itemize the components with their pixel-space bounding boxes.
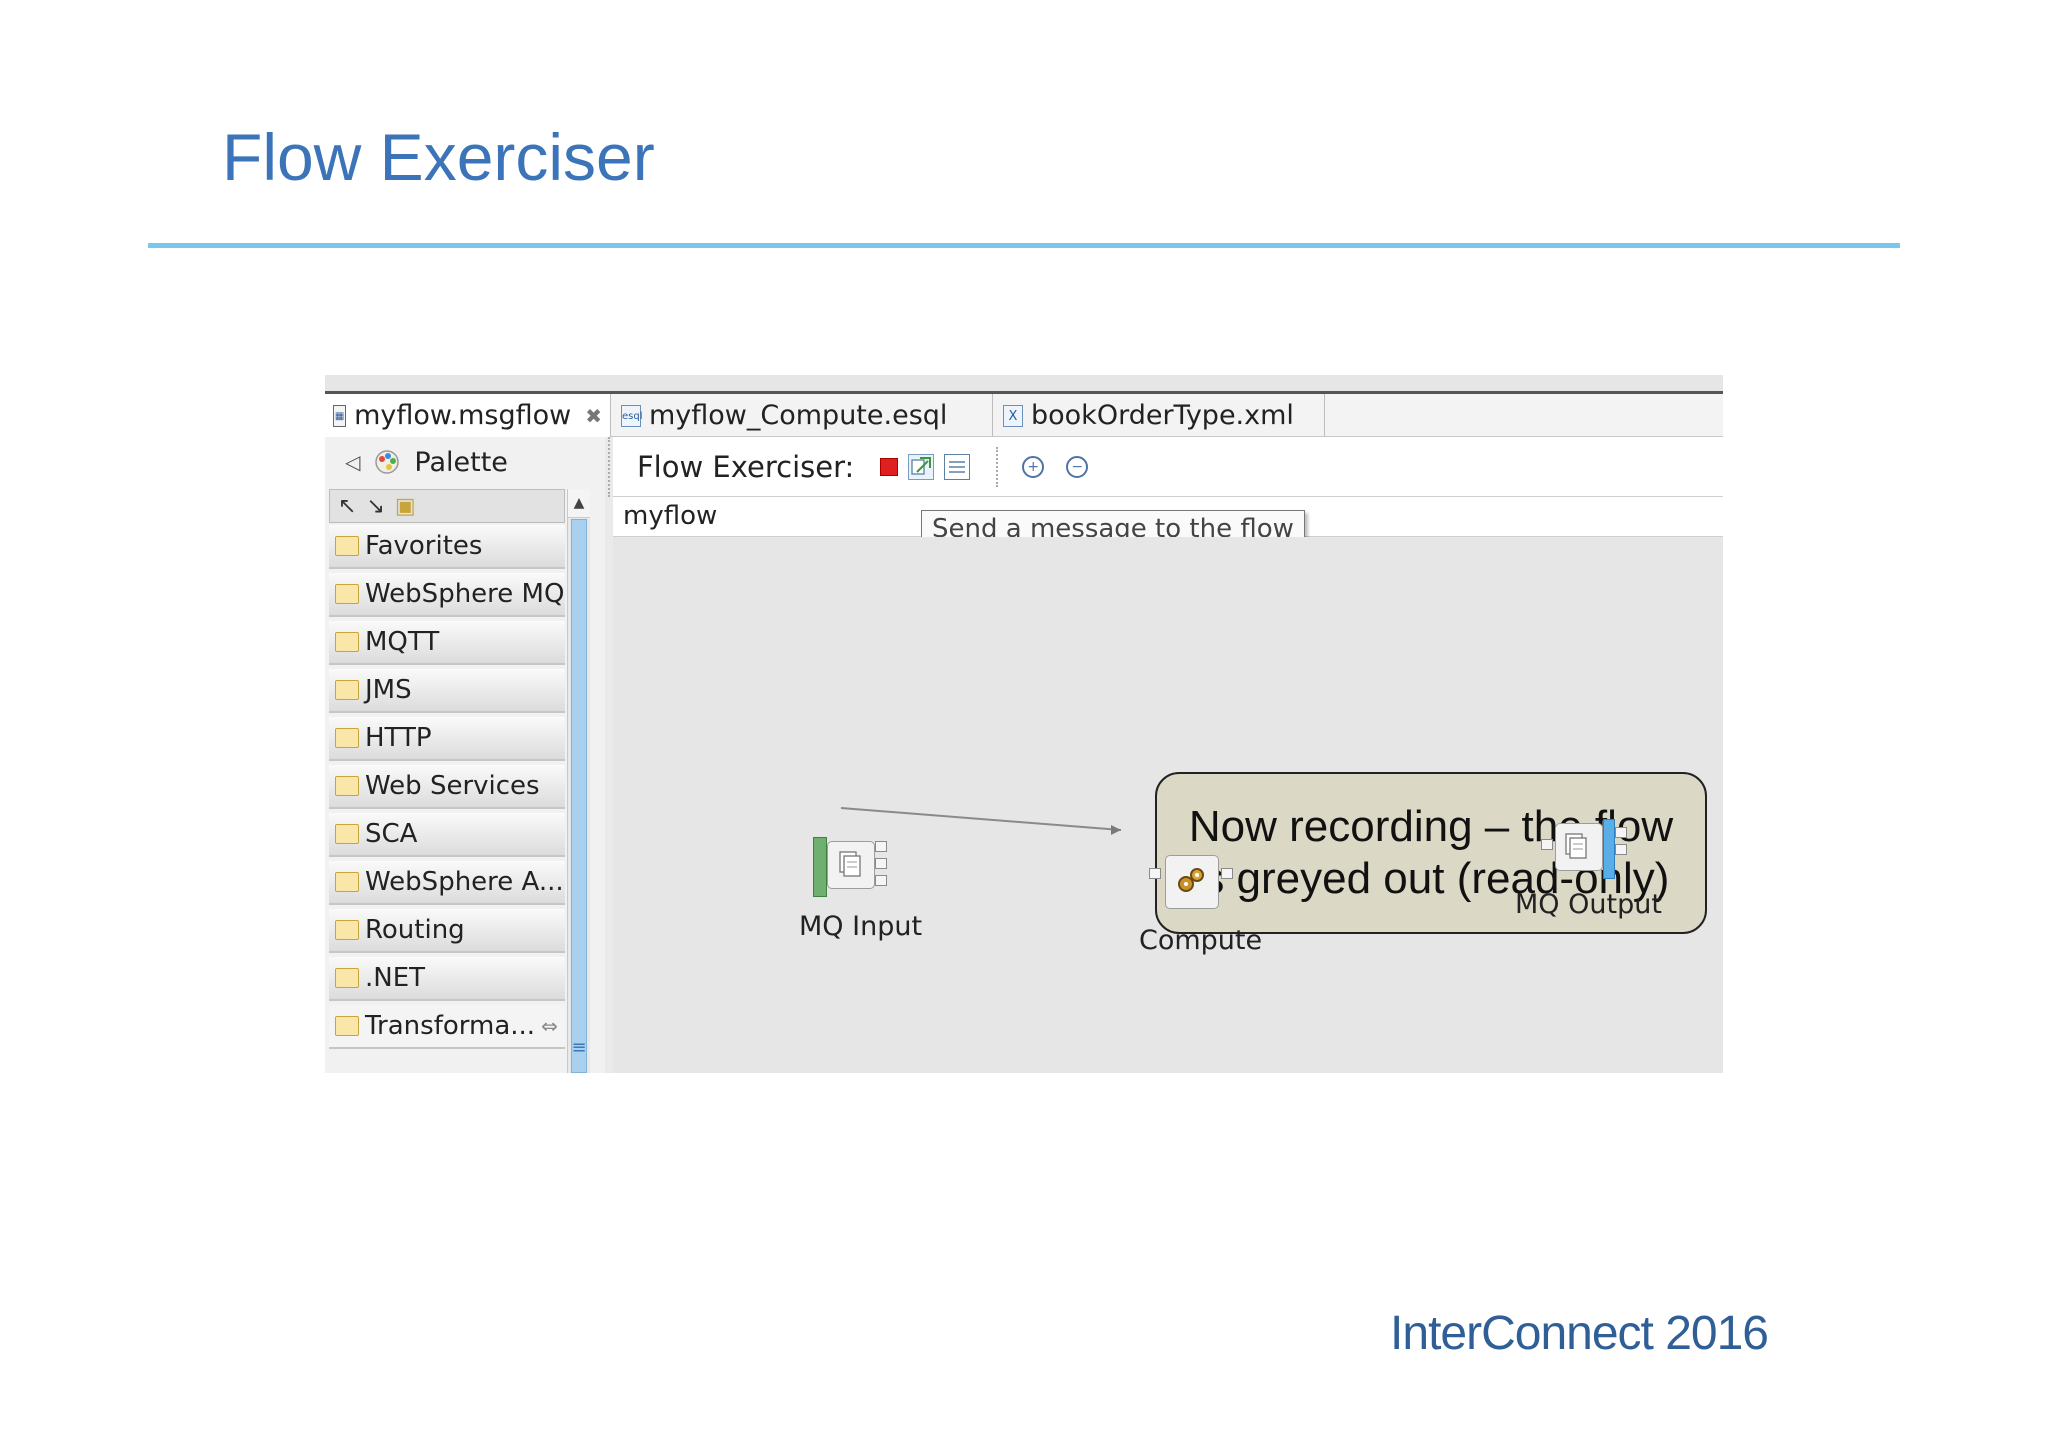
node-label: MQ Input xyxy=(799,911,923,942)
folder-favorites-icon xyxy=(335,536,359,556)
palette-drawer-routing[interactable]: Routing xyxy=(329,909,565,953)
palette-drawer-http[interactable]: HTTP xyxy=(329,717,565,761)
palette-drawer-dotnet[interactable]: .NET xyxy=(329,957,565,1001)
compute-gears-icon xyxy=(1165,855,1219,909)
tab-myflow-msgflow[interactable]: ▦ myflow.msgflow ✖ xyxy=(325,394,611,437)
folder-http-icon xyxy=(335,728,359,748)
footer-brand: InterConnect 2016 xyxy=(1390,1307,1769,1360)
esql-file-icon: esql xyxy=(621,404,643,427)
terminal-icon[interactable] xyxy=(1541,839,1553,850)
palette-header[interactable]: ◁ Palette xyxy=(325,437,605,487)
drawer-label: Web Services xyxy=(365,771,540,801)
drawer-label: HTTP xyxy=(365,723,432,753)
palette-drawer-websphere-adapters[interactable]: WebSphere A... xyxy=(329,861,565,905)
palette-icon xyxy=(375,450,400,474)
palette-drawer-websphere-mq[interactable]: WebSphere MQ xyxy=(329,573,565,617)
xml-file-icon: X xyxy=(1003,404,1023,427)
terminal-icon[interactable] xyxy=(1615,844,1627,855)
mq-queue-icon xyxy=(1555,823,1603,871)
close-icon[interactable]: ✖ xyxy=(585,404,602,428)
palette-drawer-transformation[interactable]: Transforma... ⇔ xyxy=(329,1005,565,1049)
terminal-icon[interactable] xyxy=(875,875,887,886)
tab-label: bookOrderType.xml xyxy=(1031,400,1294,431)
tab-bookordertype-xml[interactable]: X bookOrderType.xml xyxy=(995,394,1325,437)
expand-arrows-icon[interactable]: ⇔ xyxy=(541,1014,558,1038)
flow-exerciser-toolbar: Flow Exerciser: + − xyxy=(613,437,1723,497)
drawer-label: JMS xyxy=(365,675,412,705)
palette-drawer-web-services[interactable]: Web Services xyxy=(329,765,565,809)
toolkit-screenshot: ▦ myflow.msgflow ✖ esql myflow_Compute.e… xyxy=(325,375,1723,1073)
flow-exerciser-label: Flow Exerciser: xyxy=(637,449,855,484)
node-label: MQ Output xyxy=(1515,889,1662,920)
palette-drawer-jms[interactable]: JMS xyxy=(329,669,565,713)
folder-mqtt-icon xyxy=(335,632,359,652)
folder-web-services-icon xyxy=(335,776,359,796)
folder-sca-icon xyxy=(335,824,359,844)
msgflow-icon: ▦ xyxy=(333,404,347,427)
flow-canvas[interactable]: Now recording – the flow is greyed out (… xyxy=(613,537,1723,1073)
toolbar-separator xyxy=(996,446,1000,487)
folder-routing-icon xyxy=(335,920,359,940)
select-tool-icon[interactable]: ↖ xyxy=(338,494,356,519)
drawer-label: MQTT xyxy=(365,627,440,657)
palette-drawer-sca[interactable]: SCA xyxy=(329,813,565,857)
palette-drawer-favorites[interactable]: Favorites xyxy=(329,525,565,569)
send-message-icon[interactable] xyxy=(908,453,935,480)
title-rule xyxy=(148,243,1900,248)
input-bar-icon xyxy=(813,837,827,897)
terminal-icon[interactable] xyxy=(1221,868,1233,879)
editor-tabs: ▦ myflow.msgflow ✖ esql myflow_Compute.e… xyxy=(325,391,1723,437)
drawer-label: Favorites xyxy=(365,531,483,561)
marquee-tool-icon[interactable]: ▣ xyxy=(395,494,416,519)
scroll-up-icon[interactable]: ▲ xyxy=(568,489,590,518)
tab-myflow-compute-esql[interactable]: esql myflow_Compute.esql xyxy=(613,394,993,437)
scrollbar-thumb[interactable] xyxy=(571,519,587,1073)
palette-panel: ◁ Palette ↖ ↘ ▣ Favorites WebSphere MQ M… xyxy=(325,437,605,1073)
tab-label: myflow.msgflow xyxy=(354,400,572,431)
connection-tool-icon[interactable]: ↘ xyxy=(366,494,384,519)
terminal-icon[interactable] xyxy=(875,841,887,852)
drawer-label: Transforma... xyxy=(365,1011,536,1041)
palette-drawer-mqtt[interactable]: MQTT xyxy=(329,621,565,665)
mq-queue-icon xyxy=(827,841,875,889)
stop-recording-icon[interactable] xyxy=(880,457,899,476)
palette-tools: ↖ ↘ ▣ xyxy=(329,489,565,523)
view-path-icon[interactable] xyxy=(944,453,971,480)
top-toolbar-strip xyxy=(325,375,1723,391)
drawer-label: SCA xyxy=(365,819,418,849)
terminal-icon[interactable] xyxy=(1149,868,1161,879)
folder-adapters-icon xyxy=(335,872,359,892)
drawer-label: .NET xyxy=(365,963,426,993)
palette-scrollbar[interactable]: ▲ ≡ xyxy=(567,489,590,1073)
folder-dotnet-icon xyxy=(335,968,359,988)
scrollbar-grip-icon: ≡ xyxy=(571,1037,587,1058)
drawer-label: WebSphere MQ xyxy=(365,579,565,609)
drawer-label: Routing xyxy=(365,915,465,945)
node-label: Compute xyxy=(1139,925,1263,956)
zoom-out-icon[interactable]: − xyxy=(1066,455,1089,478)
terminal-icon[interactable] xyxy=(1615,827,1627,838)
panel-divider xyxy=(608,437,612,497)
folder-jms-icon xyxy=(335,680,359,700)
output-bar-icon xyxy=(1603,819,1615,879)
zoom-in-icon[interactable]: + xyxy=(1022,455,1045,478)
slide-title: Flow Exerciser xyxy=(222,120,655,194)
drawer-label: WebSphere A... xyxy=(365,867,564,897)
folder-transformation-icon xyxy=(335,1016,359,1036)
tab-label: myflow_Compute.esql xyxy=(649,400,948,431)
palette-title: Palette xyxy=(414,446,508,478)
terminal-icon[interactable] xyxy=(875,858,887,869)
folder-mq-icon xyxy=(335,584,359,604)
collapse-arrow-icon[interactable]: ◁ xyxy=(345,450,360,474)
